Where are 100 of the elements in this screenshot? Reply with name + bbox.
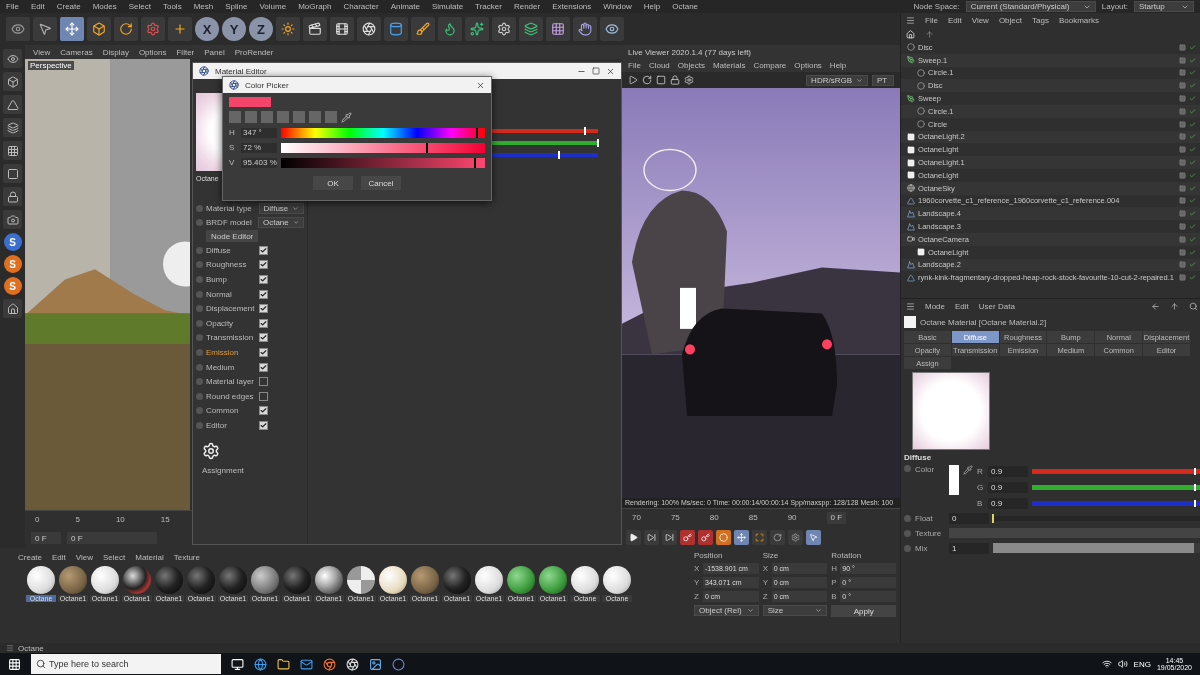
menu-item[interactable]: Simulate bbox=[432, 2, 464, 11]
language-indicator[interactable]: ENG bbox=[1133, 659, 1151, 669]
menu-item[interactable]: Display bbox=[102, 47, 129, 57]
menu-item[interactable]: Filter bbox=[176, 47, 195, 57]
menu-item[interactable]: Materials bbox=[712, 61, 746, 70]
channel-name: Normal bbox=[206, 289, 233, 299]
menu-item[interactable]: Options bbox=[794, 61, 822, 70]
channel-name: Common bbox=[206, 406, 240, 416]
channel-name: Opacity bbox=[206, 318, 235, 328]
axis-button[interactable]: Y bbox=[222, 17, 246, 41]
size-mode-dropdown[interactable]: Size bbox=[762, 605, 828, 616]
menu-item[interactable]: Panel bbox=[204, 47, 225, 57]
menu-item[interactable]: Material bbox=[135, 552, 164, 562]
menu-item[interactable]: Texture bbox=[173, 552, 200, 562]
menu-item[interactable]: Objects bbox=[677, 61, 705, 70]
menu-item[interactable]: Select bbox=[128, 2, 151, 11]
channel-name: Transmission bbox=[206, 333, 255, 343]
ruler-tick: 75 bbox=[670, 513, 680, 522]
material-type-dropdown[interactable]: Diffuse bbox=[258, 202, 304, 214]
value-field[interactable]: 1 bbox=[949, 542, 989, 554]
node-space-label: Node Space: bbox=[913, 2, 960, 11]
render-mode-dropdown[interactable]: HDR/sRGB bbox=[806, 74, 868, 86]
menu-item[interactable]: Volume bbox=[259, 2, 287, 11]
section-title: Diffuse bbox=[904, 453, 933, 462]
menu-item[interactable]: Edit bbox=[30, 2, 45, 11]
channel-label: R bbox=[977, 466, 984, 476]
menu-item[interactable]: Help bbox=[829, 61, 847, 70]
property-label: Texture bbox=[915, 528, 943, 538]
menu-item[interactable]: Render bbox=[513, 2, 541, 11]
camera-label: Perspective bbox=[28, 61, 74, 70]
menu-item[interactable]: View bbox=[971, 15, 989, 25]
viewer-title: Live Viewer 2020.1.4 (77 days left) bbox=[622, 45, 900, 59]
frame-field[interactable]: 0 F bbox=[826, 511, 847, 524]
menu-item[interactable]: Cloud bbox=[648, 61, 670, 70]
node-space-dropdown[interactable]: Current (Standard/Physical) bbox=[965, 1, 1096, 12]
axis-button[interactable]: X bbox=[195, 17, 219, 41]
channel-name: Roughness bbox=[206, 260, 248, 270]
menu-item[interactable]: Help bbox=[643, 2, 661, 11]
value-field[interactable]: 95.403 % bbox=[241, 157, 277, 168]
menu-item[interactable]: Character bbox=[343, 2, 379, 11]
menu-item[interactable]: Mesh bbox=[193, 2, 214, 11]
ruler-tick: 5 bbox=[75, 515, 80, 524]
menu-item[interactable]: User Data bbox=[978, 301, 1015, 311]
mode-dropdown[interactable]: Object (Rel) bbox=[694, 605, 759, 616]
brdf-dropdown[interactable]: Octane bbox=[257, 216, 304, 228]
axis-label: X bbox=[762, 564, 769, 573]
property-label: Mix bbox=[915, 543, 929, 553]
value-field[interactable]: 0 bbox=[949, 512, 989, 524]
menu-item[interactable]: Window bbox=[603, 2, 632, 11]
menu-item[interactable]: Tags bbox=[1032, 15, 1049, 25]
dialog-button[interactable]: Cancel bbox=[361, 176, 401, 190]
menu-item[interactable]: Spline bbox=[225, 2, 248, 11]
menu-item[interactable]: Create bbox=[56, 2, 81, 11]
tool-button[interactable]: S bbox=[3, 233, 22, 251]
apply-button[interactable]: Apply bbox=[831, 605, 896, 617]
menu-item[interactable]: Select bbox=[103, 552, 126, 562]
menu-item[interactable]: File bbox=[6, 2, 19, 11]
menu-item[interactable]: ProRender bbox=[234, 47, 274, 57]
menu-item[interactable]: Modes bbox=[92, 2, 117, 11]
menu-item[interactable]: File bbox=[628, 61, 641, 70]
channel-name: Diffuse bbox=[206, 245, 232, 255]
menu-item[interactable]: Octane bbox=[672, 2, 699, 11]
menu-item[interactable]: Options bbox=[138, 47, 167, 57]
value-field[interactable]: 0.9 bbox=[988, 481, 1028, 493]
menu-item[interactable]: View bbox=[33, 47, 51, 57]
dialog-title: Color Picker bbox=[245, 80, 290, 90]
value-field[interactable]: 72 % bbox=[241, 142, 277, 153]
menu-item[interactable]: Animate bbox=[390, 2, 420, 11]
field-label: S bbox=[229, 143, 236, 152]
menu-item[interactable]: Tracker bbox=[475, 2, 502, 11]
menu-item[interactable]: Create bbox=[18, 552, 42, 562]
value-field[interactable]: 347 ° bbox=[241, 127, 277, 138]
search-field[interactable]: Type here to search bbox=[31, 654, 221, 674]
frame-field[interactable]: 0 F bbox=[31, 532, 61, 544]
value-field[interactable]: 0.9 bbox=[988, 465, 1028, 477]
menu-item[interactable]: File bbox=[925, 15, 938, 25]
menu-item[interactable]: MoGraph bbox=[298, 2, 332, 11]
value-field[interactable]: 0.9 bbox=[988, 497, 1028, 509]
menu-item[interactable]: View bbox=[75, 552, 93, 562]
field-label: V bbox=[229, 158, 236, 167]
menu-item[interactable]: Object bbox=[998, 15, 1022, 25]
kernel-dropdown[interactable]: PT bbox=[872, 74, 894, 86]
menu-item[interactable]: Edit bbox=[955, 301, 969, 311]
menu-item[interactable]: Extensions bbox=[552, 2, 592, 11]
axis-label: Y bbox=[762, 578, 769, 587]
menu-item[interactable]: Bookmarks bbox=[1058, 15, 1099, 25]
axis-button[interactable]: Z bbox=[249, 17, 273, 41]
dialog-button[interactable]: OK bbox=[313, 176, 353, 190]
menu-item[interactable]: Tools bbox=[162, 2, 182, 11]
menu-item[interactable]: Compare bbox=[753, 61, 787, 70]
menu-item[interactable]: Edit bbox=[947, 15, 962, 25]
axis-label: Y bbox=[694, 578, 701, 587]
frame-field[interactable]: 0 F bbox=[67, 532, 157, 544]
node-editor-button[interactable]: Node Editor bbox=[206, 230, 259, 242]
menu-item[interactable]: Edit bbox=[52, 552, 66, 562]
menu-item[interactable]: Cameras bbox=[60, 47, 93, 57]
menu-item[interactable]: Mode bbox=[925, 301, 945, 311]
channel-name: Bump bbox=[206, 275, 228, 284]
property-label: Float bbox=[915, 513, 934, 523]
layout-dropdown[interactable]: Startup bbox=[1134, 1, 1194, 12]
